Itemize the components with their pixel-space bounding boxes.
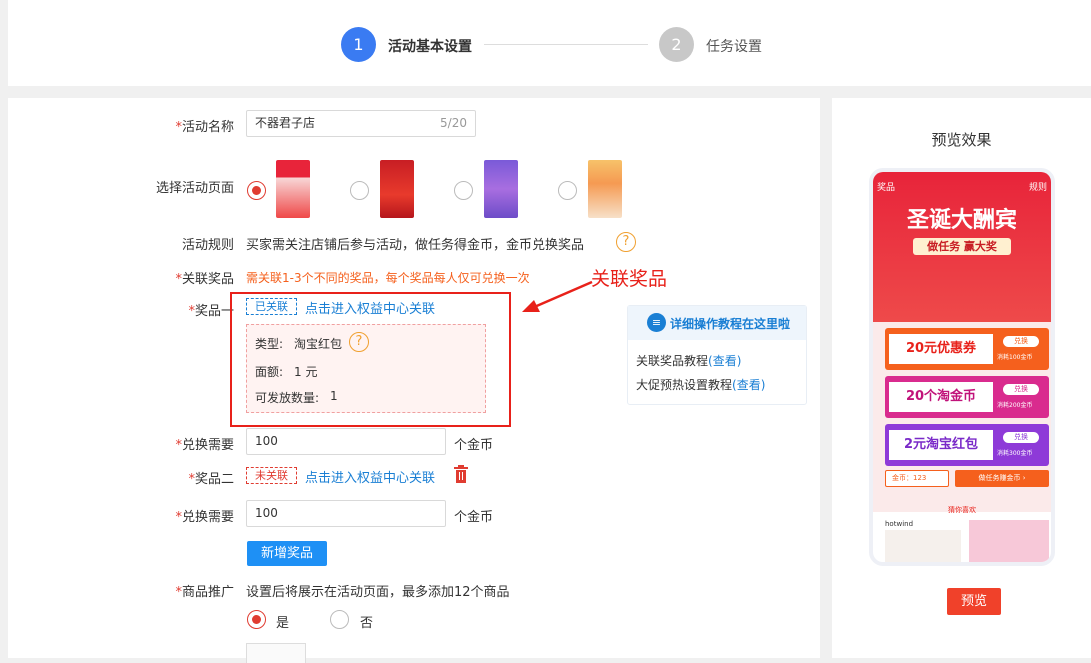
step-2-circle[interactable]: 2 [659,27,694,62]
prize2-link[interactable]: 点击进入权益中心关联 [305,467,435,486]
trash-icon[interactable] [453,465,469,483]
phone-product-1[interactable] [885,530,961,562]
tutorial-link-1[interactable]: (查看) [708,354,741,368]
phone-rules-tab[interactable]: 规则 [1029,180,1047,193]
promo-no-label: 否 [360,616,374,631]
prize1-detail-card: 类型: 淘宝红包 ? 面额: 1 元 可发放数量: 1 [246,324,486,413]
phone-coupon-3[interactable]: 2元淘宝红包 兑换 消耗300金币 [885,424,1049,466]
step-1-circle[interactable]: 1 [341,27,376,62]
promo-yes-label: 是 [276,616,290,631]
page-option-4-radio[interactable] [558,181,577,200]
exchange1-input[interactable]: 100 [246,428,446,455]
exchange2-unit: 个金币 [454,510,494,525]
exchange1-label: 兑换需要 [8,434,234,453]
page-option-3-radio[interactable] [454,181,473,200]
detail-help-icon[interactable]: ? [349,332,369,352]
phone-guess-label: 猜你喜欢 [948,506,976,514]
annotation-arrow-icon [522,280,593,312]
preview-panel: 预览效果 奖品 规则 圣诞大酬宾 做任务 赢大奖 20元优惠券 兑换 消耗100… [832,98,1091,658]
form-panel: 活动名称 不器君子店 5/20 选择活动页面 活动规则 买家需关注店铺后参与活动… [8,98,820,663]
activity-name-label: 活动名称 [8,116,234,135]
page-option-1-thumbnail[interactable] [276,160,310,218]
detail-type-value: 淘宝红包 [294,337,343,351]
page-option-1-radio[interactable] [247,181,266,200]
rules-text: 买家需关注店铺后参与活动，做任务得金币，金币兑换奖品 [246,238,585,253]
page-option-2-thumbnail[interactable] [380,160,414,218]
tutorial-link-2[interactable]: (查看) [732,378,765,392]
page-option-2-radio[interactable] [350,181,369,200]
tutorial-title: 详细操作教程在这里啦 [670,317,791,331]
phone-product-2[interactable] [969,520,1049,562]
exchange2-input[interactable]: 100 [246,500,446,527]
phone-brand: hotwind [885,520,914,528]
exchange2-label: 兑换需要 [8,506,234,525]
phone-mockup: 奖品 规则 圣诞大酬宾 做任务 赢大奖 20元优惠券 兑换 消耗100金币 20… [869,168,1055,566]
promo-yes-radio[interactable] [247,610,266,629]
help-icon[interactable]: ? [616,232,636,252]
rules-label: 活动规则 [181,238,234,253]
step-bar: 1 活动基本设置 2 任务设置 [8,0,1091,86]
prize-label: 关联奖品 [8,268,234,287]
promo-text: 设置后将展示在活动页面，最多添加12个商品 [246,585,510,600]
exchange1-unit: 个金币 [454,438,494,453]
tutorial-card: ≡ 详细操作教程在这里啦 关联奖品教程(查看) 大促预热设置教程(查看) [627,305,807,405]
add-prize-button[interactable]: 新增奖品 [247,541,327,566]
phone-banner-sub: 做任务 赢大奖 [913,238,1011,255]
step-connector [484,44,648,45]
detail-amount-label: 面额: [255,365,284,379]
page-option-3-thumbnail[interactable] [484,160,518,218]
page-option-4-thumbnail[interactable] [588,160,622,218]
select-page-label: 选择活动页面 [155,181,234,196]
phone-coin-balance: 金币：123 [885,470,949,487]
unlinked-tag: 未关联 [246,467,297,484]
detail-qty-value: 1 [330,389,338,403]
tutorial-item-2: 大促预热设置教程(查看) [636,378,766,392]
promo-label: 商品推广 [8,581,234,600]
prize2-label: 奖品二 [8,468,234,487]
activity-name-input[interactable]: 不器君子店 5/20 [246,110,476,137]
detail-type-label: 类型: [255,337,284,351]
phone-banner-title: 圣诞大酬宾 [906,208,1017,233]
preview-button[interactable]: 预览 [947,588,1001,615]
phone-prize-tab[interactable]: 奖品 [877,180,895,193]
char-count: 5/20 [440,116,467,130]
step-1-label[interactable]: 活动基本设置 [388,36,472,56]
phone-coupon-1[interactable]: 20元优惠券 兑换 消耗100金币 [885,328,1049,370]
detail-qty-label: 可发放数量: [255,391,320,405]
detail-amount-value: 1 元 [294,365,318,379]
phone-task-button[interactable]: 做任务赚金币 › [955,470,1049,487]
step-2-label[interactable]: 任务设置 [706,36,762,56]
promo-no-radio[interactable] [330,610,349,629]
tutorial-item-1: 关联奖品教程(查看) [636,354,742,368]
preview-title: 预览效果 [931,131,992,149]
annotation-text: 关联奖品 [591,268,668,290]
prize1-label: 奖品一 [8,300,234,319]
prize-hint: 需关联1-3个不同的奖品，每个奖品每人仅可兑换一次 [246,271,530,285]
add-product-box[interactable] [246,643,306,663]
document-icon: ≡ [647,313,666,332]
phone-coupon-2[interactable]: 20个淘金币 兑换 消耗200金币 [885,376,1049,418]
